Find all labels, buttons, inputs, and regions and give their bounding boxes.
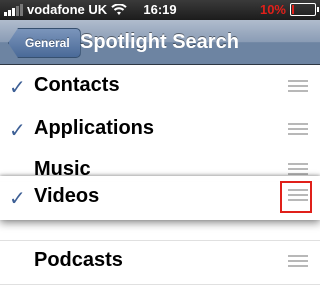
checkmark-icon: ✓: [9, 120, 26, 142]
battery-icon: [290, 3, 319, 16]
highlight-box: [280, 181, 312, 213]
back-button-general[interactable]: General: [8, 28, 81, 58]
drop-placeholder: [0, 220, 320, 241]
navigation-bar: General Spotlight Search: [0, 20, 320, 65]
list-item-label: Applications: [34, 117, 155, 139]
page-title: Spotlight Search: [80, 31, 239, 53]
battery-percentage: 10%: [259, 2, 286, 17]
list-item-label: Contacts: [34, 74, 120, 96]
list-item-podcasts[interactable]: Podcasts: [0, 240, 320, 285]
list-item-applications[interactable]: ✓ Applications: [0, 108, 320, 153]
list-item-label: Videos: [34, 185, 100, 207]
list-item-label: Podcasts: [34, 249, 123, 271]
checkmark-icon: ✓: [9, 77, 26, 99]
status-bar: vodafone UK 16:19 10%: [0, 0, 320, 20]
reorder-grip-icon[interactable]: [288, 123, 308, 138]
checkmark-icon: ✓: [9, 188, 26, 210]
reorder-grip-icon[interactable]: [288, 80, 308, 95]
status-right: 10%: [259, 2, 319, 17]
list-item-contacts[interactable]: ✓ Contacts: [0, 65, 320, 110]
reorder-grip-icon[interactable]: [288, 255, 308, 270]
list-item-videos-dragging[interactable]: ✓ Videos: [0, 176, 320, 220]
